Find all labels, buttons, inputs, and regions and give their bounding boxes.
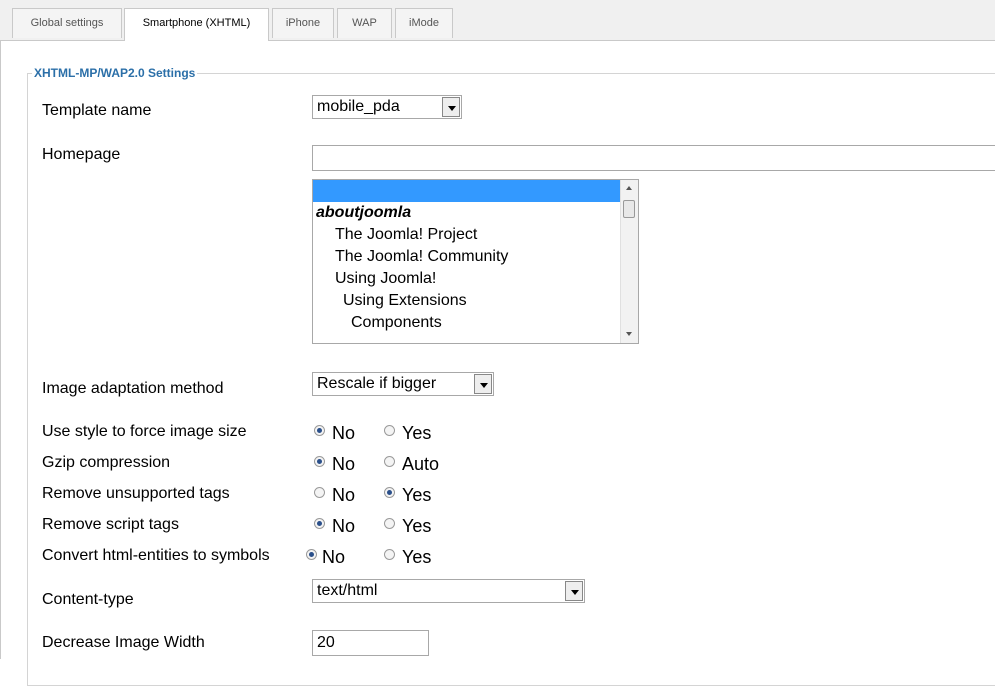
convert-entities-yes-label: Yes [402,547,432,567]
scroll-down-icon[interactable] [621,327,638,341]
convert-entities-no-label: No [322,547,346,567]
gzip-no-label: No [332,454,356,474]
gzip-no-radio[interactable] [314,456,325,467]
list-item[interactable]: Using Extensions [313,290,638,312]
remove-script-yes-label: Yes [402,516,432,536]
convert-entities-no-radio[interactable] [306,549,317,560]
force-image-size-no-radio[interactable] [314,425,325,436]
listbox-scrollbar[interactable] [620,180,638,343]
content-type-label: Content-type [42,591,134,608]
image-adaptation-value: Rescale if bigger [317,375,437,392]
fieldset-title: XHTML-MP/WAP2.0 Settings [34,66,196,80]
template-name-label: Template name [42,102,152,119]
list-item[interactable]: The Joomla! Project [313,224,638,246]
scroll-thumb[interactable] [623,200,635,218]
content-type-select[interactable]: text/html [312,579,585,603]
scroll-up-icon[interactable] [621,182,638,196]
force-image-size-no-label: No [332,423,356,443]
remove-unsupported-no-radio[interactable] [314,487,325,498]
list-item[interactable]: Components [313,312,638,334]
force-image-size-yes-radio[interactable] [384,425,395,436]
tab-imode[interactable]: iMode [395,8,453,38]
chevron-down-icon[interactable] [442,97,460,117]
remove-unsupported-tags-label: Remove unsupported tags [42,485,230,502]
chevron-down-icon[interactable] [474,374,492,394]
tab-global-settings[interactable]: Global settings [12,8,122,38]
remove-unsupported-yes-label: Yes [402,485,432,505]
remove-unsupported-no-label: No [332,485,356,505]
list-item[interactable]: The Joomla! Community [313,246,638,268]
gzip-auto-radio[interactable] [384,456,395,467]
image-adaptation-select[interactable]: Rescale if bigger [312,372,494,396]
homepage-menu-listbox[interactable]: aboutjoomla The Joomla! Project The Joom… [312,179,639,344]
remove-script-tags-label: Remove script tags [42,516,179,533]
tab-iphone[interactable]: iPhone [272,8,334,38]
gzip-compression-label: Gzip compression [42,454,171,471]
gzip-auto-label: Auto [402,454,440,474]
remove-unsupported-yes-radio[interactable] [384,487,395,498]
list-item[interactable] [313,180,638,202]
convert-entities-yes-radio[interactable] [384,549,395,560]
remove-script-no-label: No [332,516,356,536]
list-item[interactable]: aboutjoomla [313,202,638,224]
convert-entities-label: Convert html-entities to symbols [42,547,270,564]
chevron-down-icon[interactable] [565,581,583,601]
tab-smartphone-xhtml[interactable]: Smartphone (XHTML) [124,8,269,41]
tab-panel: XHTML-MP/WAP2.0 Settings [0,40,995,686]
tab-bar: Global settings Smartphone (XHTML) iPhon… [0,0,995,41]
decrease-image-width-label: Decrease Image Width [42,634,205,651]
tab-wap[interactable]: WAP [337,8,392,38]
homepage-label: Homepage [42,146,121,163]
template-name-select[interactable]: mobile_pda [312,95,462,119]
template-name-value: mobile_pda [317,98,400,115]
force-image-size-label: Use style to force image size [42,423,247,440]
decrease-image-width-input[interactable] [312,630,429,656]
homepage-input[interactable] [312,145,995,171]
list-item[interactable]: Using Joomla! [313,268,638,290]
remove-script-yes-radio[interactable] [384,518,395,529]
image-adaptation-label: Image adaptation method [42,380,224,397]
force-image-size-yes-label: Yes [402,423,432,443]
content-type-value: text/html [317,582,378,599]
remove-script-no-radio[interactable] [314,518,325,529]
